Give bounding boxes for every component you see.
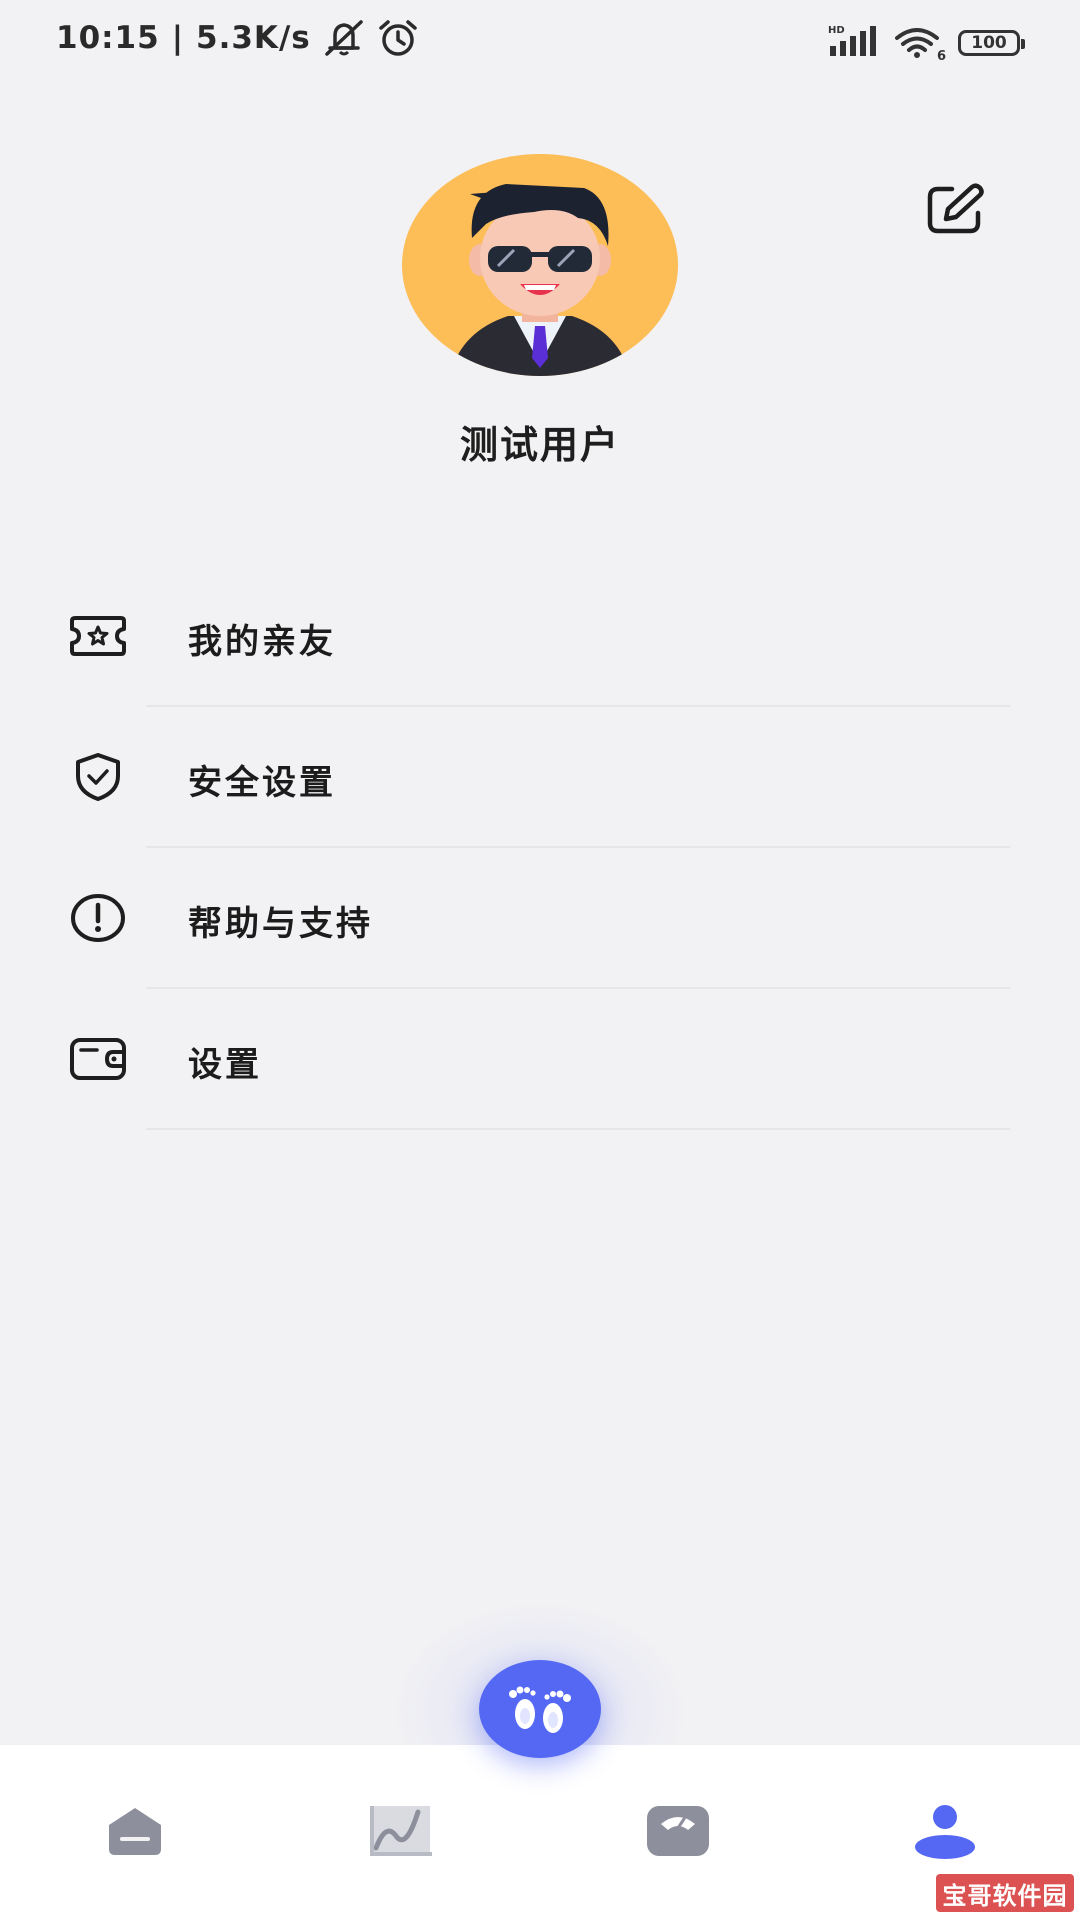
status-separator: | [171, 20, 185, 56]
wallet-icon [66, 1031, 130, 1087]
menu-list: 我的亲友 安全设置 帮助与支持 设置 [0, 566, 1080, 1130]
avatar[interactable] [402, 154, 678, 376]
status-time: 10:15 [56, 20, 160, 56]
profile-screen: 10:15 | 5.3K/s HD 6 100 测试用户 我的亲友 安全设置 帮… [0, 0, 1080, 1920]
watermark-text: 宝哥软件园 [942, 1881, 1068, 1910]
ticket-star-icon [66, 608, 130, 664]
status-right: HD 6 100 [828, 24, 1025, 64]
nav-home[interactable] [60, 1745, 210, 1920]
edit-profile-button[interactable] [922, 182, 990, 240]
menu-item-security[interactable]: 安全设置 [0, 707, 1080, 848]
menu-item-settings[interactable]: 设置 [0, 989, 1080, 1130]
bell-muted-icon [321, 18, 367, 58]
signal-icon: HD [828, 24, 880, 62]
exclamation-circle-icon [66, 890, 130, 946]
battery-level: 100 [971, 33, 1007, 53]
edit-icon [926, 183, 986, 239]
menu-item-label: 设置 [188, 1045, 262, 1085]
nav-trend[interactable] [326, 1745, 476, 1920]
menu-item-friends[interactable]: 我的亲友 [0, 566, 1080, 707]
username: 测试用户 [459, 423, 620, 467]
wifi-icon: 6 [894, 26, 946, 64]
shield-check-icon [66, 749, 130, 805]
alarm-icon [377, 18, 419, 58]
chart-icon [368, 1804, 434, 1862]
network-type-label: HD [828, 25, 845, 36]
network-speed: 5.3K/s [196, 20, 311, 56]
watermark: 宝哥软件园 [936, 1874, 1074, 1912]
status-bar: 10:15 | 5.3K/s HD 6 100 [0, 0, 1080, 84]
menu-item-label: 帮助与支持 [188, 904, 373, 944]
battery-icon: 100 [958, 30, 1025, 56]
home-icon [106, 1805, 164, 1861]
menu-item-help[interactable]: 帮助与支持 [0, 848, 1080, 989]
scale-icon [645, 1804, 711, 1862]
divider [146, 1128, 1010, 1130]
person-icon [913, 1803, 977, 1863]
bottom-nav [0, 1745, 1080, 1920]
wifi-badge: 6 [936, 49, 946, 64]
status-left: 10:15 | 5.3K/s [56, 18, 419, 58]
menu-item-label: 我的亲友 [188, 622, 336, 662]
fab-footprints-button[interactable] [479, 1660, 601, 1758]
nav-scale[interactable] [603, 1745, 753, 1920]
menu-item-label: 安全设置 [188, 763, 336, 803]
footprints-icon [503, 1678, 577, 1740]
